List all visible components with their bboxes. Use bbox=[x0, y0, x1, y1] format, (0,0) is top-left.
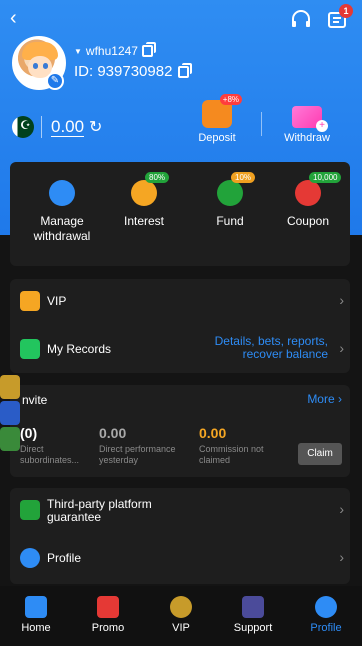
records-label: My Records bbox=[47, 342, 112, 356]
performance-value: 0.00 bbox=[99, 425, 127, 441]
tab-profile[interactable]: Profile bbox=[290, 596, 362, 634]
refresh-icon[interactable]: ↻ bbox=[89, 117, 102, 137]
divider bbox=[261, 112, 262, 136]
top-bar: ‹ 1 bbox=[0, 4, 362, 32]
fund-badge: 10% bbox=[231, 172, 256, 183]
tab-promo-label: Promo bbox=[91, 622, 125, 634]
subordinates-value: (0) bbox=[20, 425, 38, 441]
menu-item-records[interactable]: My Records Details, bets, reports, recov… bbox=[10, 327, 350, 373]
interest-label: Interest bbox=[123, 214, 165, 228]
manage-withdrawal-button[interactable]: Manage withdrawal bbox=[22, 180, 102, 244]
deposit-button[interactable]: +8% Deposit bbox=[182, 94, 252, 144]
invite-more-link[interactable]: More › bbox=[307, 392, 342, 406]
claim-button[interactable]: Claim bbox=[298, 443, 342, 465]
withdraw-button[interactable]: Withdraw bbox=[272, 100, 342, 144]
coupon-badge: 10,000 bbox=[309, 172, 342, 183]
divider bbox=[41, 116, 42, 138]
wallet-icon: +8% bbox=[202, 94, 242, 128]
vip-label: VIP bbox=[47, 294, 67, 308]
fund-button[interactable]: 10% Fund bbox=[190, 172, 270, 229]
chevron-right-icon: › bbox=[339, 340, 344, 356]
headset-icon[interactable] bbox=[290, 10, 312, 30]
menu-item-profile[interactable]: Profile › bbox=[10, 536, 350, 582]
caret-down-icon[interactable]: ▼ bbox=[74, 47, 82, 56]
tab-home[interactable]: Home bbox=[0, 596, 72, 634]
menu-item-third-party[interactable]: Third-party platform guarantee › bbox=[10, 488, 350, 534]
info-menu: Third-party platform guarantee › Profile… bbox=[10, 488, 350, 584]
chevron-right-icon: › bbox=[339, 549, 344, 565]
floating-promo-icons[interactable] bbox=[0, 375, 22, 453]
account-menu: VIP › My Records Details, bets, reports,… bbox=[10, 279, 350, 373]
interest-badge: 80% bbox=[145, 172, 170, 183]
back-button[interactable]: ‹ bbox=[10, 8, 17, 28]
football-icon[interactable] bbox=[0, 427, 20, 451]
coupon-icon: 10,000 bbox=[295, 172, 342, 206]
message-badge: 1 bbox=[339, 4, 353, 18]
tab-home-label: Home bbox=[21, 622, 51, 634]
commission-value: 0.00 bbox=[199, 425, 227, 441]
tab-vip-label: VIP bbox=[172, 622, 190, 634]
user-icon bbox=[20, 548, 40, 568]
subordinates-label: Direct subordinates... bbox=[20, 444, 80, 465]
commission-label: Commission not claimed bbox=[199, 444, 264, 465]
profile-label: Profile bbox=[47, 551, 82, 565]
sports-live-icon[interactable] bbox=[0, 401, 20, 425]
gift-icon bbox=[97, 596, 119, 618]
tab-support[interactable]: Support bbox=[217, 596, 289, 634]
coupon-label: Coupon bbox=[286, 214, 330, 228]
home-icon bbox=[25, 596, 47, 618]
username: wfhu1247 bbox=[85, 44, 138, 58]
records-icon bbox=[20, 339, 40, 359]
stat-performance: 0.00 Direct performance yesterday bbox=[99, 425, 195, 466]
balance-value: 0.00 bbox=[51, 117, 85, 137]
third-party-label: Third-party platform guarantee bbox=[47, 497, 152, 524]
chevron-right-icon: › bbox=[339, 501, 344, 517]
tab-promo[interactable]: Promo bbox=[72, 596, 144, 634]
deposit-label: Deposit bbox=[198, 132, 236, 144]
performance-label: Direct performance yesterday bbox=[99, 444, 176, 465]
coupon-button[interactable]: 10,000 Coupon bbox=[268, 172, 348, 229]
invite-title: nvite bbox=[22, 393, 48, 407]
piggy-bank-icon: 80% bbox=[131, 172, 170, 206]
invite-panel: nvite More › (0) Direct subordinates... … bbox=[10, 385, 350, 477]
shield-check-icon bbox=[20, 500, 40, 520]
bottom-tab-bar: Home Promo VIP Support Profile bbox=[0, 586, 362, 646]
user-id-row: ID: 939730982 bbox=[74, 62, 193, 80]
deposit-bonus-badge: +8% bbox=[219, 94, 242, 105]
fund-icon: 10% bbox=[217, 172, 256, 206]
pakistan-flag-icon bbox=[12, 116, 34, 138]
fund-label: Fund bbox=[216, 214, 244, 228]
tab-vip[interactable]: VIP bbox=[145, 596, 217, 634]
vip-medal-icon bbox=[170, 596, 192, 618]
wallet-card-icon bbox=[49, 180, 75, 206]
withdraw-label: Withdraw bbox=[284, 132, 330, 144]
edit-avatar-icon[interactable]: ✎ bbox=[46, 72, 64, 90]
copy-username-icon[interactable] bbox=[141, 42, 156, 57]
stat-commission: 0.00 Commission not claimed bbox=[199, 425, 279, 466]
copy-id-icon[interactable] bbox=[178, 62, 193, 78]
card-icon bbox=[292, 106, 328, 132]
sports-icon[interactable] bbox=[0, 375, 20, 399]
tab-support-label: Support bbox=[233, 622, 273, 634]
chevron-right-icon: › bbox=[339, 292, 344, 308]
crown-icon bbox=[20, 291, 40, 311]
stat-subordinates: (0) Direct subordinates... bbox=[20, 425, 100, 466]
records-description: Details, bets, reports, recover balance bbox=[214, 334, 328, 361]
username-row: ▼ wfhu1247 bbox=[74, 42, 156, 58]
manage-withdrawal-label: Manage withdrawal bbox=[33, 214, 91, 243]
interest-button[interactable]: 80% Interest bbox=[104, 172, 184, 229]
menu-item-vip[interactable]: VIP › bbox=[10, 279, 350, 325]
tab-profile-label: Profile bbox=[310, 622, 342, 634]
profile-icon bbox=[315, 596, 337, 618]
user-id: ID: 939730982 bbox=[74, 63, 173, 80]
support-agent-icon bbox=[242, 596, 264, 618]
finance-panel: Manage withdrawal 80% Interest 10% Fund … bbox=[10, 162, 350, 266]
